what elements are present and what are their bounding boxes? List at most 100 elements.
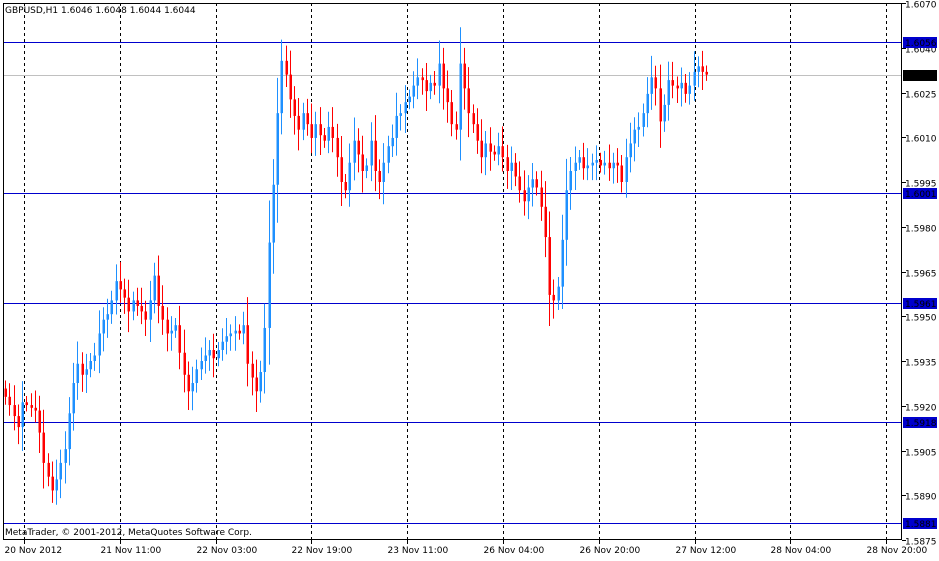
x-tick-label: 28 Nov 04:00: [771, 546, 832, 556]
level-price-tag-text: 1.6056: [905, 39, 937, 49]
candle-body: [494, 152, 497, 155]
candle-body: [689, 86, 692, 94]
candle-body: [651, 77, 654, 94]
candle-body: [502, 146, 505, 157]
candle-body: [56, 479, 59, 490]
candle-body: [592, 163, 595, 166]
candle-body: [256, 378, 259, 392]
candle-body: [167, 320, 170, 334]
candle-body: [570, 171, 573, 190]
candle-body: [677, 86, 680, 89]
x-tick-label: 28 Nov 20:00: [867, 546, 928, 556]
y-tick-label: 1.5890: [905, 493, 937, 503]
candle-body: [311, 124, 314, 138]
candle-body: [277, 113, 280, 185]
candle-body: [426, 80, 429, 91]
candle-body: [133, 300, 136, 311]
candle-body: [409, 97, 412, 103]
candle-body: [485, 143, 488, 157]
candle-body: [524, 190, 527, 201]
level-price-tag-text: 1.6001: [905, 190, 937, 200]
candle-body: [315, 124, 318, 138]
candle-body: [349, 163, 352, 191]
candle-body: [294, 99, 297, 116]
candle-body: [320, 124, 323, 135]
y-tick-label: 1.5965: [905, 270, 937, 280]
candle-body: [307, 113, 310, 124]
candle-body: [5, 389, 8, 397]
candle-body: [209, 350, 212, 356]
candle-body: [35, 408, 38, 411]
candle-body: [519, 176, 522, 190]
candle-body: [638, 127, 641, 130]
candle-body: [604, 163, 607, 166]
candle-body: [94, 355, 97, 361]
candle-body: [468, 88, 471, 113]
price-chart[interactable]: 1.60701.60401.60251.60101.59951.59801.59…: [0, 0, 939, 557]
candle-body: [647, 94, 650, 113]
candle-body: [434, 83, 437, 86]
candle-body: [698, 66, 701, 72]
candle-body: [103, 320, 106, 334]
candle-body: [86, 369, 89, 375]
y-tick-label: 1.5980: [905, 225, 937, 235]
candle-body: [150, 300, 153, 319]
candle-body: [26, 402, 29, 405]
candle-body: [332, 127, 335, 138]
candle-body: [575, 163, 578, 171]
candle-body: [213, 350, 216, 358]
candle-body: [668, 80, 671, 105]
candle-body: [553, 295, 556, 301]
candle-body: [694, 72, 697, 86]
x-tick-label: 21 Nov 11:00: [101, 546, 162, 556]
candle-body: [362, 154, 365, 171]
candle-body: [626, 157, 629, 182]
x-tick-label: 22 Nov 19:00: [292, 546, 353, 556]
candle-body: [196, 369, 199, 383]
candle-body: [99, 333, 102, 355]
level-price-tag-text: 1.5881: [905, 520, 937, 530]
candle-body: [643, 113, 646, 127]
candle-body: [511, 163, 514, 171]
candle-body: [252, 364, 255, 378]
candle-body: [141, 306, 144, 312]
candle-body: [634, 130, 637, 144]
candle-body: [405, 102, 408, 113]
x-tick-label: 26 Nov 04:00: [484, 546, 545, 556]
candle-body: [396, 116, 399, 138]
candle-body: [162, 306, 165, 320]
y-tick-label: 1.5950: [905, 314, 937, 324]
candle-body: [286, 61, 289, 75]
candle-body: [235, 331, 238, 334]
candle-body: [660, 88, 663, 121]
candle-body: [264, 328, 267, 372]
candle-body: [171, 331, 174, 334]
candle-body: [617, 163, 620, 166]
candle-body: [230, 333, 233, 336]
x-tick-label: 22 Nov 03:00: [197, 546, 258, 556]
candle-body: [587, 165, 590, 168]
current-price-tag-text: 1.6044: [905, 72, 937, 82]
candle-body: [456, 124, 459, 130]
candle-body: [706, 72, 709, 75]
candle-body: [383, 163, 386, 182]
candle-body: [532, 179, 535, 187]
symbol-info-label: GBPUSD,H1 1.6046 1.6048 1.6044 1.6044: [5, 6, 196, 16]
level-price-tag: 1.6001: [903, 188, 937, 200]
chart-background: [0, 0, 939, 557]
candle-body: [566, 190, 569, 240]
x-tick-label: 20 Nov 2012: [5, 546, 63, 556]
candle-body: [175, 325, 178, 331]
chart-window[interactable]: 1.60701.60401.60251.60101.59951.59801.59…: [0, 0, 939, 557]
candle-body: [328, 127, 331, 141]
candle-body: [685, 83, 688, 94]
candle-body: [345, 182, 348, 190]
candle-body: [179, 325, 182, 353]
candle-body: [18, 416, 21, 427]
candle-body: [681, 83, 684, 89]
candle-body: [239, 331, 242, 334]
candle-body: [413, 86, 416, 97]
candle-body: [596, 160, 599, 163]
candle-body: [562, 240, 565, 287]
level-price-tag: 1.5961: [903, 298, 937, 310]
